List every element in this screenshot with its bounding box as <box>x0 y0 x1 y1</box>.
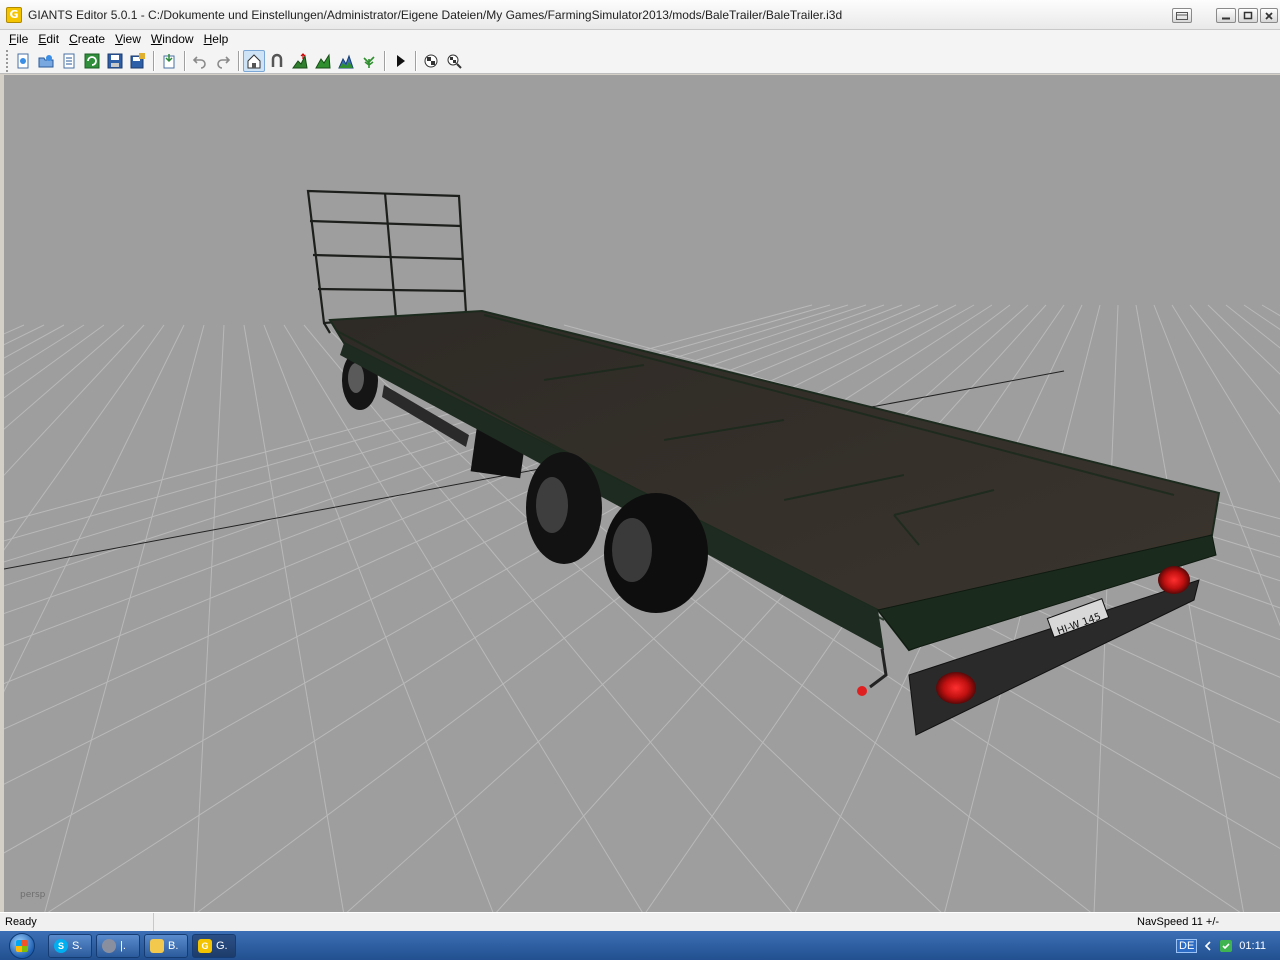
terrain-raise-icon <box>292 52 308 68</box>
terrain-raise-button[interactable] <box>289 50 311 72</box>
select-mode-button[interactable] <box>243 49 265 72</box>
redo-button[interactable] <box>212 50 234 72</box>
list-button[interactable] <box>58 50 80 72</box>
browser-icon <box>102 938 116 953</box>
list-icon <box>63 53 75 68</box>
menu-window[interactable]: Window <box>146 32 199 46</box>
checker-icon <box>424 54 438 67</box>
scene-canvas[interactable]: HI-W 145 <box>4 75 1280 912</box>
menu-edit[interactable]: Edit <box>33 32 64 46</box>
checker-button[interactable] <box>420 50 442 72</box>
bale-trailer-model: HI-W 145 <box>306 189 1221 736</box>
magnet-icon <box>271 53 283 67</box>
dock-icon <box>1176 11 1188 20</box>
maximize-button[interactable] <box>1238 8 1258 23</box>
menu-file[interactable]: File <box>4 32 33 46</box>
taskbar-button-folder[interactable]: B. <box>144 933 188 958</box>
new-button[interactable] <box>12 50 34 72</box>
window-title: GIANTS Editor 5.0.1 - C:/Dokumente und E… <box>28 7 843 22</box>
start-button[interactable] <box>0 932 44 960</box>
close-icon <box>1265 11 1273 20</box>
title-bar: G GIANTS Editor 5.0.1 - C:/Dokumente und… <box>0 0 1280 30</box>
giants-icon: G <box>198 938 212 953</box>
front-rack <box>306 189 468 334</box>
reload-button[interactable] <box>81 50 103 72</box>
save-all-icon <box>130 52 145 68</box>
3d-viewport[interactable]: HI-W 145 persp <box>4 75 1280 912</box>
dock-button[interactable] <box>1172 8 1192 23</box>
security-shield-icon[interactable] <box>1219 939 1233 953</box>
terrain-smooth-button[interactable] <box>335 50 357 72</box>
reload-icon <box>84 53 100 68</box>
clock[interactable]: 01:11 <box>1239 940 1266 952</box>
save-all-button[interactable] <box>127 50 149 72</box>
status-bar: Ready NavSpeed 11 +/- <box>0 912 1280 931</box>
open-button[interactable] <box>35 50 57 72</box>
menu-view[interactable]: View <box>110 32 146 46</box>
menu-bar: File Edit Create View Window Help <box>0 30 1280 48</box>
toolbar <box>0 48 1280 74</box>
taskbar-button-skype[interactable]: S S. <box>48 933 92 958</box>
nav-speed-readout: NavSpeed 11 +/- <box>1137 916 1220 928</box>
taskbar-button-giants[interactable]: G G. <box>192 933 236 958</box>
menu-help[interactable]: Help <box>199 32 234 46</box>
windows-logo-icon <box>9 932 35 959</box>
open-file-icon <box>38 54 54 67</box>
maximize-icon <box>1243 11 1253 20</box>
save-button[interactable] <box>104 50 126 72</box>
play-icon <box>397 54 405 67</box>
import-button[interactable] <box>158 50 180 72</box>
foliage-paint-icon <box>363 55 375 68</box>
import-icon <box>163 53 175 68</box>
tray-expand-icon[interactable] <box>1203 940 1213 951</box>
language-indicator[interactable]: DE <box>1176 938 1198 953</box>
minimize-icon <box>1222 17 1230 19</box>
minimize-button[interactable] <box>1216 8 1236 23</box>
magnet-button[interactable] <box>266 50 288 72</box>
terrain-smooth-icon <box>338 54 354 68</box>
terrain-paint-button[interactable] <box>312 50 334 72</box>
giants-app-icon: G <box>6 6 22 23</box>
status-text: Ready <box>0 913 154 931</box>
undo-icon <box>192 55 206 69</box>
close-button[interactable] <box>1260 8 1278 23</box>
skype-icon: S <box>54 938 68 953</box>
save-icon <box>107 53 123 68</box>
folder-icon <box>150 938 164 953</box>
redo-icon <box>217 55 231 69</box>
rear-light-left <box>936 672 976 704</box>
windows-taskbar: S S. |. B. G G. DE 01:11 <box>0 931 1280 960</box>
undo-button[interactable] <box>189 50 211 72</box>
taskbar-button-browser[interactable]: |. <box>96 933 140 958</box>
menu-create[interactable]: Create <box>64 32 110 46</box>
checker-zoom-icon <box>447 54 462 69</box>
checker-zoom-button[interactable] <box>443 50 465 72</box>
rear-light-right <box>1158 566 1190 594</box>
system-tray: DE 01:11 <box>1176 931 1280 960</box>
new-file-icon <box>17 53 29 68</box>
play-button[interactable] <box>389 50 411 72</box>
foliage-paint-button[interactable] <box>358 50 380 72</box>
home-select-icon <box>247 53 261 68</box>
camera-label: persp <box>20 890 46 900</box>
toolbar-grip[interactable] <box>6 49 10 72</box>
terrain-paint-icon <box>315 52 331 68</box>
